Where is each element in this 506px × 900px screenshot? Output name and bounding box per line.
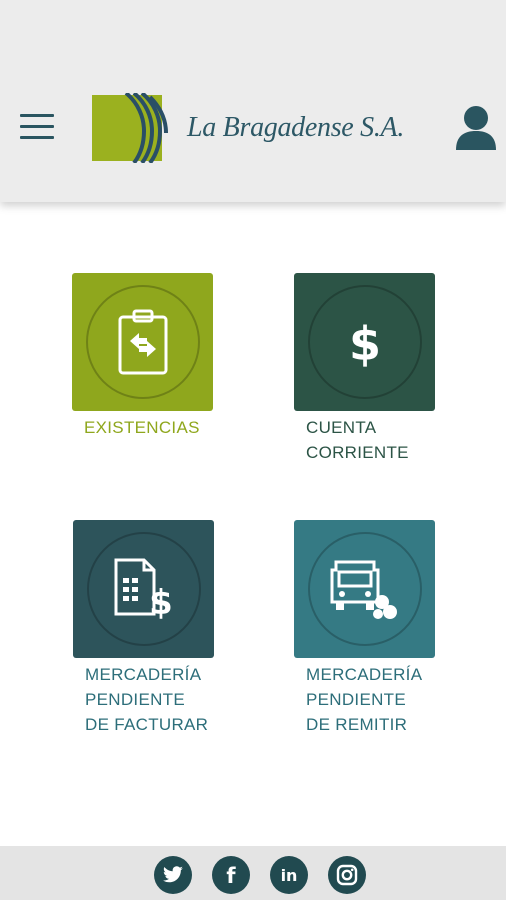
tile-existencias-label: EXISTENCIAS (84, 418, 200, 437)
tile-pendiente-facturar-circle: $ (86, 532, 201, 646)
tile-pendiente-facturar-label: MERCADERÍA PENDIENTE DE FACTURAR (85, 665, 209, 734)
tile-pendiente-remitir-label: MERCADERÍA PENDIENTE DE REMITIR (306, 665, 423, 734)
tile-pendiente-facturar-box[interactable]: $ (73, 520, 214, 658)
tile-cuenta-corriente-box[interactable]: $ (294, 273, 435, 411)
tile-pendiente-remitir-box[interactable] (294, 520, 435, 658)
svg-text:$: $ (348, 317, 380, 370)
tile-cuenta-corriente-label: CUENTA CORRIENTE (306, 418, 409, 462)
tile-cuenta-corriente-circle: $ (307, 285, 422, 399)
app-header: La Bragadense S.A. (0, 0, 506, 202)
brand-name: La Bragadense S.A. (187, 112, 405, 143)
social-footer: f in (0, 846, 506, 900)
instagram-icon (336, 864, 358, 886)
tile-existencias-box[interactable] (72, 273, 213, 411)
facebook-icon: f (226, 864, 236, 886)
tile-pendiente-remitir-circle (307, 532, 422, 646)
dollar-icon: $ (348, 317, 380, 370)
company-logo-icon (92, 93, 168, 163)
instagram-button[interactable] (328, 856, 366, 894)
svg-text:f: f (226, 864, 236, 886)
svg-text:$: $ (149, 583, 173, 622)
svg-text:in: in (281, 866, 298, 885)
linkedin-icon: in (281, 866, 298, 885)
hamburger-line (20, 125, 54, 128)
invoice-dollar-icon: $ (114, 558, 173, 622)
twitter-icon (163, 866, 183, 883)
facebook-button[interactable]: f (212, 856, 250, 894)
clipboard-exchange-icon (118, 309, 167, 375)
linkedin-button[interactable]: in (270, 856, 308, 894)
hamburger-line (20, 136, 54, 139)
twitter-button[interactable] (154, 856, 192, 894)
truck-icon (330, 560, 397, 619)
menu-button[interactable] (20, 114, 56, 140)
user-icon[interactable] (454, 104, 498, 152)
hamburger-menu-icon (20, 114, 54, 117)
tile-existencias-circle (85, 285, 200, 399)
